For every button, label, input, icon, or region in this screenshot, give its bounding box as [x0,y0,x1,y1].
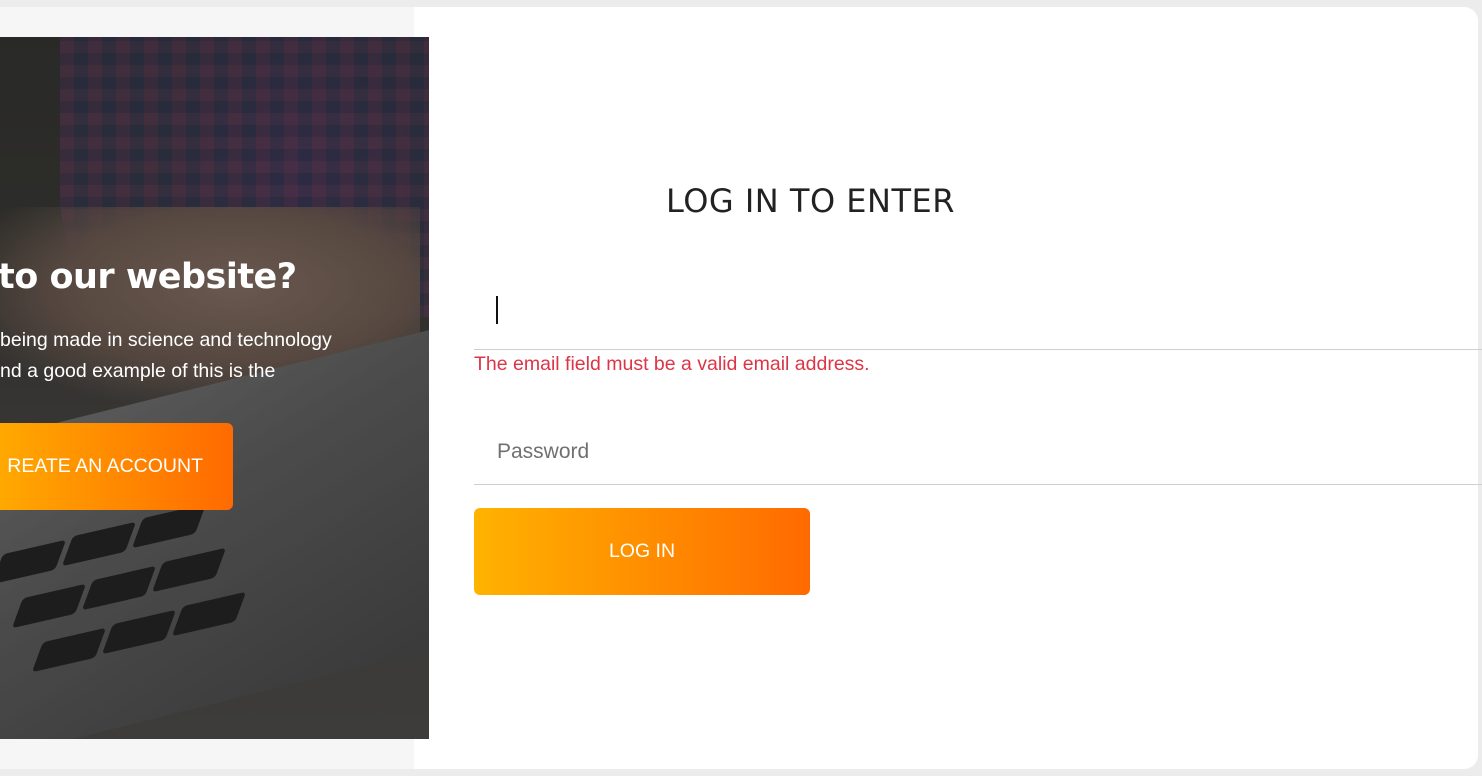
hero-dark-overlay [0,37,429,739]
hero-image-panel: to our website? being made in science an… [0,37,429,739]
login-form-panel [414,7,1478,769]
text-caret [496,296,498,324]
email-field-wrapper [474,284,1482,350]
hero-description: being made in science and technology nd … [0,325,400,387]
login-title: LOG IN TO ENTER [666,182,955,220]
hero-title: to our website? [0,257,297,297]
login-button[interactable]: LOG IN [474,508,810,595]
password-input[interactable] [474,419,1482,484]
hero-description-line: being made in science and technology [0,329,332,351]
email-input[interactable] [474,284,1482,349]
hero-description-line: nd a good example of this is the [0,360,276,382]
create-account-button[interactable]: REATE AN ACCOUNT [0,423,233,510]
password-field-wrapper [474,419,1482,485]
email-error-message: The email field must be a valid email ad… [474,353,870,375]
